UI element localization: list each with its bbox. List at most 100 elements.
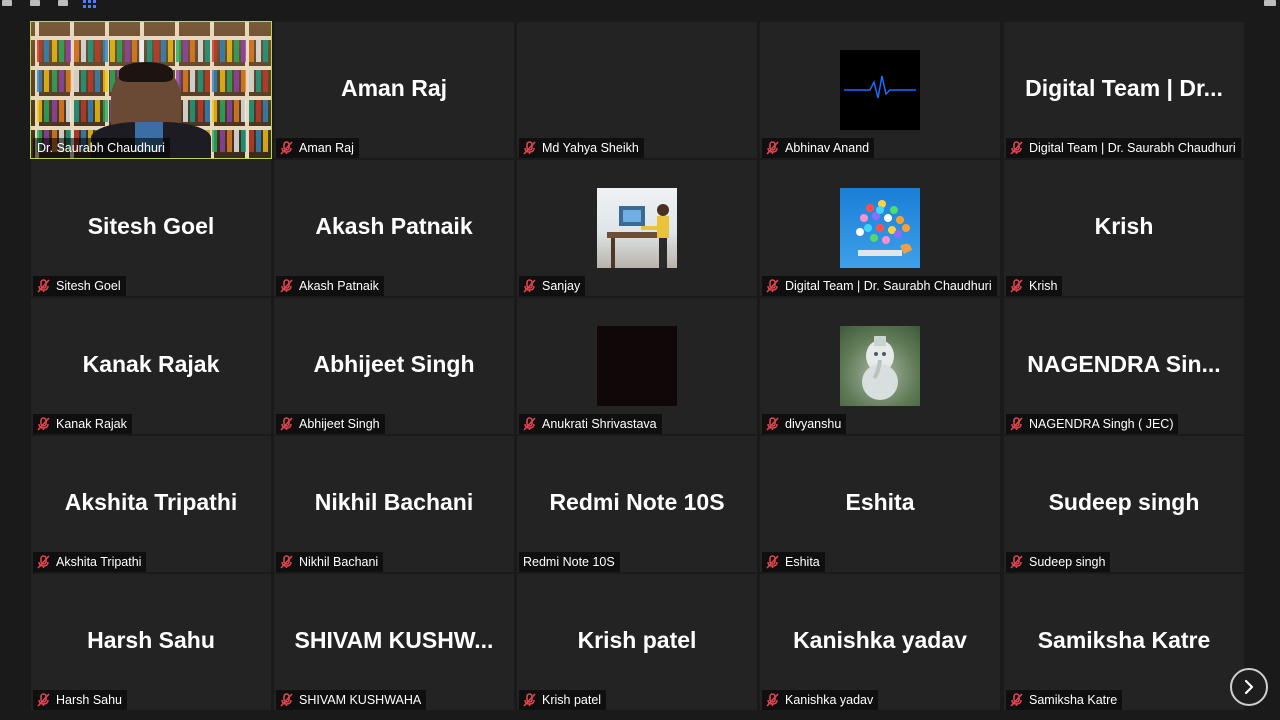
participant-name-text: Krish patel [542, 693, 602, 707]
participant-tile[interactable]: Akshita Tripathi Akshita Tripathi [31, 436, 271, 572]
participant-tile[interactable]: Anukrati Shrivastava [517, 298, 757, 434]
participant-name-text: Kanishka yadav [785, 693, 874, 707]
mic-muted-icon [523, 141, 536, 155]
participant-name-label: Aman Raj [276, 138, 359, 158]
participant-name-text: Eshita [785, 555, 820, 569]
participant-name-text: Digital Team | Dr. Saurabh Chaudhuri [785, 279, 992, 293]
participant-tile[interactable]: divyanshu [760, 298, 1000, 434]
dark-avatar [597, 326, 677, 406]
participant-name-text: Dr. Saurabh Chaudhuri [37, 141, 165, 155]
restore-icon[interactable] [58, 0, 68, 6]
participant-name-label: Samiksha Katre [1006, 690, 1123, 710]
participant-tile[interactable]: Krish Krish [1004, 160, 1244, 296]
mic-muted-icon [766, 279, 779, 293]
participant-name-label: Redmi Note 10S [519, 552, 620, 572]
mic-muted-icon [766, 141, 779, 155]
participant-tile[interactable]: Sudeep singh Sudeep singh [1004, 436, 1244, 572]
mic-muted-icon [37, 693, 50, 707]
participant-tile[interactable]: Krish patel Krish patel [517, 574, 757, 710]
mic-muted-icon [280, 693, 293, 707]
participant-tile[interactable]: Abhinav Anand [760, 22, 1000, 158]
participant-name-label: Md Yahya Sheikh [519, 138, 644, 158]
mic-muted-icon [280, 279, 293, 293]
mic-muted-icon [523, 279, 536, 293]
mic-muted-icon [766, 693, 779, 707]
participant-name-label: Harsh Sahu [33, 690, 128, 710]
participant-name-label: Abhinav Anand [762, 138, 875, 158]
participant-name-text: Md Yahya Sheikh [542, 141, 639, 155]
participant-name-label: Kanishka yadav [762, 690, 879, 710]
participant-name-label: Krish patel [519, 690, 607, 710]
gallery-view-icon[interactable] [83, 0, 98, 8]
participant-name-text: divyanshu [785, 417, 842, 431]
participant-name-label: Akshita Tripathi [33, 552, 147, 572]
participant-tile[interactable]: Samiksha Katre Samiksha Katre [1004, 574, 1244, 710]
participant-tile[interactable]: Sanjay [517, 160, 757, 296]
minimize-icon[interactable] [2, 0, 12, 6]
mic-muted-icon [37, 417, 50, 431]
close-icon[interactable] [1264, 0, 1276, 6]
participant-name-text: Kanak Rajak [56, 417, 127, 431]
bubbles-avatar [840, 188, 920, 268]
participant-tile[interactable]: NAGENDRA Sin... NAGENDRA Singh ( JEC) [1004, 298, 1244, 434]
heartbeat-avatar [840, 50, 920, 130]
participant-name-label: divyanshu [762, 414, 847, 434]
participant-name-label: NAGENDRA Singh ( JEC) [1006, 414, 1179, 434]
participant-tile[interactable]: Sitesh Goel Sitesh Goel [31, 160, 271, 296]
participant-tile[interactable]: Redmi Note 10S Redmi Note 10S [517, 436, 757, 572]
participant-tile[interactable]: Abhijeet Singh Abhijeet Singh [274, 298, 514, 434]
participant-tile[interactable]: Md Yahya Sheikh [517, 22, 757, 158]
participant-name-text: Akash Patnaik [299, 279, 379, 293]
mic-muted-icon [37, 555, 50, 569]
mic-muted-icon [280, 417, 293, 431]
participant-name-label: Anukrati Shrivastava [519, 414, 662, 434]
mic-muted-icon [37, 279, 50, 293]
participant-tile[interactable]: Nikhil Bachani Nikhil Bachani [274, 436, 514, 572]
participant-tile[interactable]: Dr. Saurabh Chaudhuri [30, 21, 272, 159]
participant-name-label: Digital Team | Dr. Saurabh Chaudhuri [1006, 138, 1241, 158]
mic-muted-icon [766, 417, 779, 431]
participant-name-text: Anukrati Shrivastava [542, 417, 657, 431]
participant-tile[interactable]: Digital Team | Dr... Digital Team | Dr. S… [1004, 22, 1244, 158]
participant-tile[interactable]: SHIVAM KUSHW... SHIVAM KUSHWAHA [274, 574, 514, 710]
desk-photo-avatar [597, 188, 677, 268]
participant-tile[interactable]: Kanishka yadav Kanishka yadav [760, 574, 1000, 710]
participant-name-text: SHIVAM KUSHWAHA [299, 693, 422, 707]
participant-name-label: Sudeep singh [1006, 552, 1111, 572]
participant-name-label: Dr. Saurabh Chaudhuri [33, 138, 170, 158]
participant-name-label: SHIVAM KUSHWAHA [276, 690, 427, 710]
participant-tile[interactable]: Kanak Rajak Kanak Rajak [31, 298, 271, 434]
window-icon[interactable] [30, 0, 40, 6]
participant-name-label: Sanjay [519, 276, 586, 296]
mic-muted-icon [766, 555, 779, 569]
participant-tile[interactable]: Akash Patnaik Akash Patnaik [274, 160, 514, 296]
participant-name-text: Aman Raj [299, 141, 354, 155]
mic-muted-icon [1010, 141, 1023, 155]
participant-tile[interactable]: Eshita Eshita [760, 436, 1000, 572]
mic-muted-icon [280, 555, 293, 569]
mic-muted-icon [1010, 693, 1023, 707]
next-page-button[interactable] [1230, 668, 1268, 706]
participant-name-label: Sitesh Goel [33, 276, 126, 296]
participant-name-label: Nikhil Bachani [276, 552, 384, 572]
participant-name-text: Abhinav Anand [785, 141, 870, 155]
mic-muted-icon [280, 141, 293, 155]
participant-name-label: Eshita [762, 552, 825, 572]
participant-name-label: Kanak Rajak [33, 414, 132, 434]
participant-name-label: Abhijeet Singh [276, 414, 385, 434]
mic-muted-icon [523, 693, 536, 707]
participant-name-label: Akash Patnaik [276, 276, 384, 296]
participant-tile[interactable]: Harsh Sahu Harsh Sahu [31, 574, 271, 710]
participant-name-text: Redmi Note 10S [523, 555, 615, 569]
participant-name-text: Akshita Tripathi [56, 555, 142, 569]
participant-name-text: Abhijeet Singh [299, 417, 380, 431]
participant-name-text: Sanjay [542, 279, 581, 293]
participant-name-text: Digital Team | Dr. Saurabh Chaudhuri [1029, 141, 1236, 155]
chevron-right-icon [1244, 679, 1254, 695]
mic-muted-icon [1010, 417, 1023, 431]
participant-tile[interactable]: Aman Raj Aman Raj [274, 22, 514, 158]
participant-name-text: Harsh Sahu [56, 693, 123, 707]
mic-muted-icon [1010, 555, 1023, 569]
mic-muted-icon [1010, 279, 1023, 293]
participant-tile[interactable]: Digital Team | Dr. Saurabh Chaudhuri [760, 160, 1000, 296]
